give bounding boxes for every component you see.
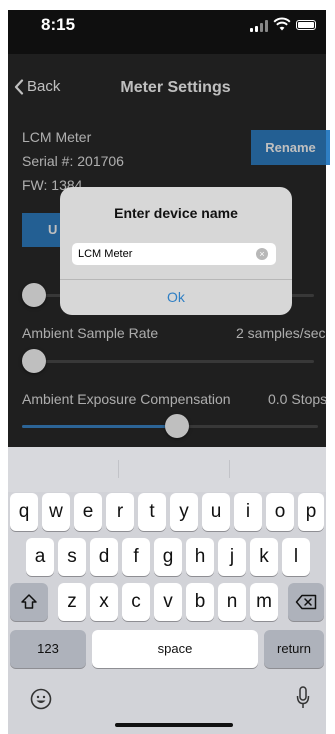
key-g[interactable]: g — [154, 538, 182, 576]
shift-arrow-icon — [21, 594, 37, 609]
shift-key[interactable] — [10, 583, 48, 621]
key-q[interactable]: q — [10, 493, 38, 531]
key-u[interactable]: u — [202, 493, 230, 531]
status-time: 8:15 — [41, 15, 76, 34]
clear-text-icon[interactable]: × — [256, 248, 268, 260]
delete-key[interactable] — [288, 583, 324, 621]
return-key[interactable]: return — [264, 630, 324, 668]
alert-title: Enter device name — [114, 205, 238, 221]
key-w[interactable]: w — [42, 493, 70, 531]
key-v[interactable]: v — [154, 583, 182, 621]
suggestion-divider — [229, 460, 230, 478]
home-indicator — [115, 723, 233, 727]
key-a[interactable]: a — [26, 538, 54, 576]
key-f[interactable]: f — [122, 538, 150, 576]
rename-alert-dialog: Enter device name × Ok — [60, 187, 292, 315]
key-t[interactable]: t — [138, 493, 166, 531]
battery-icon — [296, 20, 316, 30]
device-name-field[interactable]: × — [72, 243, 276, 265]
microphone-icon[interactable] — [296, 686, 310, 710]
key-b[interactable]: b — [186, 583, 214, 621]
backspace-icon — [295, 594, 317, 610]
space-key[interactable]: space — [92, 630, 258, 668]
key-n[interactable]: n — [218, 583, 246, 621]
key-x[interactable]: x — [90, 583, 118, 621]
keyboard-suggestion-bar — [8, 447, 326, 492]
key-s[interactable]: s — [58, 538, 86, 576]
key-r[interactable]: r — [106, 493, 134, 531]
device-name-input[interactable] — [78, 243, 248, 265]
key-p[interactable]: p — [298, 493, 324, 531]
key-z[interactable]: z — [58, 583, 86, 621]
numbers-key[interactable]: 123 — [10, 630, 86, 668]
suggestion-divider — [118, 460, 119, 478]
key-y[interactable]: y — [170, 493, 198, 531]
key-m[interactable]: m — [250, 583, 278, 621]
ok-button[interactable]: Ok — [60, 280, 292, 315]
key-c[interactable]: c — [122, 583, 150, 621]
key-k[interactable]: k — [250, 538, 278, 576]
key-l[interactable]: l — [282, 538, 310, 576]
emoji-icon[interactable] — [30, 688, 52, 710]
cellular-signal-icon — [250, 20, 270, 32]
wifi-icon — [273, 17, 291, 31]
phone-screen: 8:15 Back Meter Settings LCM Meter Seria… — [0, 0, 335, 734]
key-j[interactable]: j — [218, 538, 246, 576]
key-e[interactable]: e — [74, 493, 102, 531]
key-i[interactable]: i — [234, 493, 262, 531]
key-h[interactable]: h — [186, 538, 214, 576]
key-o[interactable]: o — [266, 493, 294, 531]
key-d[interactable]: d — [90, 538, 118, 576]
